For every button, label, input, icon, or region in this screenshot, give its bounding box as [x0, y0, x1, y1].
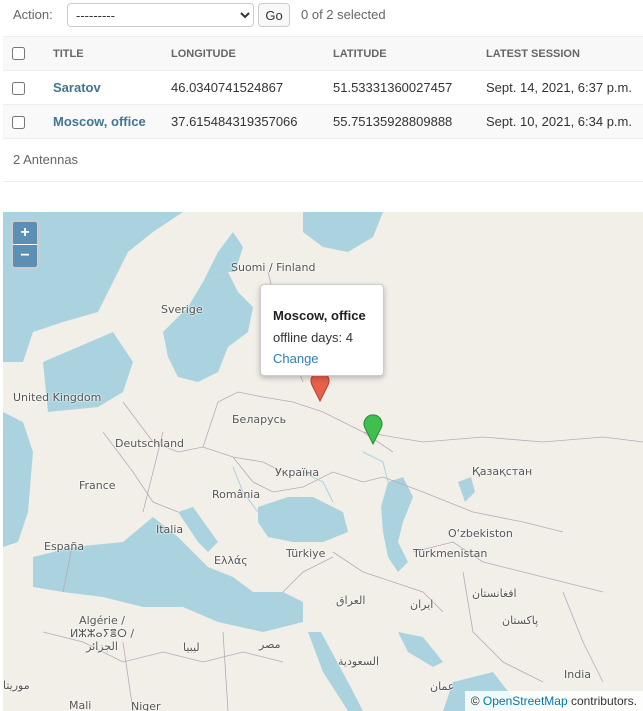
place-label: Italia [156, 523, 184, 536]
attribution-suffix: contributors. [567, 694, 637, 708]
selection-counter: 0 of 2 selected [301, 7, 386, 22]
place-label: India [564, 668, 591, 681]
place-label: ليبيا [183, 641, 200, 654]
place-label: موريتا [3, 679, 30, 692]
zoom-out-button[interactable]: − [13, 244, 37, 267]
go-button[interactable]: Go [258, 3, 290, 27]
place-label: România [212, 488, 261, 501]
table-row: Moscow, office 37.615484319357066 55.751… [3, 104, 643, 139]
action-select[interactable]: --------- [67, 3, 254, 27]
table-row: Saratov 46.0340741524867 51.533313600274… [3, 70, 643, 105]
place-label: Ελλάς [214, 554, 248, 567]
select-all-cell [3, 36, 53, 71]
zoom-control: + − [11, 220, 39, 269]
latitude-cell: 55.75135928809888 [333, 104, 486, 139]
row-title-link[interactable]: Saratov [53, 80, 101, 95]
popup-change-link[interactable]: Change [273, 351, 319, 366]
popup-offline-days: offline days: 4 [273, 330, 353, 345]
marker-saratov-shape [363, 414, 383, 445]
action-label: Action: [13, 7, 53, 22]
title-cell: Moscow, office [53, 104, 171, 139]
table-header-row: TITLE LONGITUDE LATITUDE LATEST SESSION [3, 36, 643, 71]
place-label: Беларусь [232, 413, 287, 426]
place-label: مصر [259, 638, 281, 651]
place-label: پاکستان [502, 614, 539, 627]
longitude-cell: 46.0340741524867 [171, 70, 333, 105]
attribution-prefix: © [470, 694, 483, 708]
session-cell: Sept. 10, 2021, 6:34 p.m. [486, 104, 643, 139]
longitude-cell: 37.615484319357066 [171, 104, 333, 139]
action-bar: Action: --------- Go 0 of 2 selected [0, 0, 643, 30]
place-label: افغانستان [472, 587, 517, 600]
place-label: Algérie / ⵍⵣⵣⴰⵢⴻⵔ / الجزائر [69, 614, 135, 653]
place-label: السعودية [338, 655, 380, 668]
column-header-latest-session[interactable]: LATEST SESSION [486, 36, 643, 71]
select-all-checkbox[interactable] [12, 47, 25, 60]
place-label: Sverige [161, 303, 203, 316]
title-cell: Saratov [53, 70, 171, 105]
place-label: Türkiye [286, 547, 326, 560]
map-marker-saratov-icon[interactable] [362, 411, 384, 445]
marker-popup: Moscow, office offline days: 4 Change [260, 284, 384, 376]
row-select-cell [3, 104, 53, 139]
paginator: 2 Antennas [3, 138, 643, 182]
place-label: Suomi / Finland [231, 261, 316, 274]
map-attribution: © OpenStreetMap contributors. [464, 691, 643, 711]
place-label: Türkmenistan [413, 547, 488, 560]
place-label: Mali [69, 699, 92, 711]
result-count: 2 Antennas [13, 152, 79, 167]
popup-title: Moscow, office [273, 308, 366, 323]
row-select-cell [3, 70, 53, 105]
place-label: ایران [410, 598, 434, 611]
place-label: France [79, 479, 116, 492]
place-label: O‘zbekiston [448, 527, 513, 540]
column-header-latitude[interactable]: LATITUDE [333, 36, 486, 71]
latitude-cell: 51.53331360027457 [333, 70, 486, 105]
column-header-longitude[interactable]: LONGITUDE [171, 36, 333, 71]
place-label: Україна [275, 466, 320, 479]
place-label: Deutschland [115, 437, 185, 450]
results-table: TITLE LONGITUDE LATITUDE LATEST SESSION … [3, 36, 643, 139]
zoom-in-button[interactable]: + [13, 222, 37, 244]
row-title-link[interactable]: Moscow, office [53, 114, 146, 129]
map-view[interactable]: Suomi / Finland Sverige United Kingdom Б… [3, 212, 643, 711]
openstreetmap-link[interactable]: OpenStreetMap [483, 694, 568, 708]
column-header-title[interactable]: TITLE [53, 36, 171, 71]
marker-moscow-shape [310, 371, 330, 402]
place-label: العراق [336, 594, 366, 607]
row-checkbox[interactable] [12, 116, 25, 130]
session-cell: Sept. 14, 2021, 6:37 p.m. [486, 70, 643, 105]
row-checkbox[interactable] [12, 82, 25, 96]
place-label: España [44, 540, 85, 553]
place-label: Қазақстан [472, 465, 533, 478]
place-label: United Kingdom [13, 391, 102, 404]
place-label: عمان [430, 680, 455, 693]
place-label: Niger [131, 700, 161, 711]
